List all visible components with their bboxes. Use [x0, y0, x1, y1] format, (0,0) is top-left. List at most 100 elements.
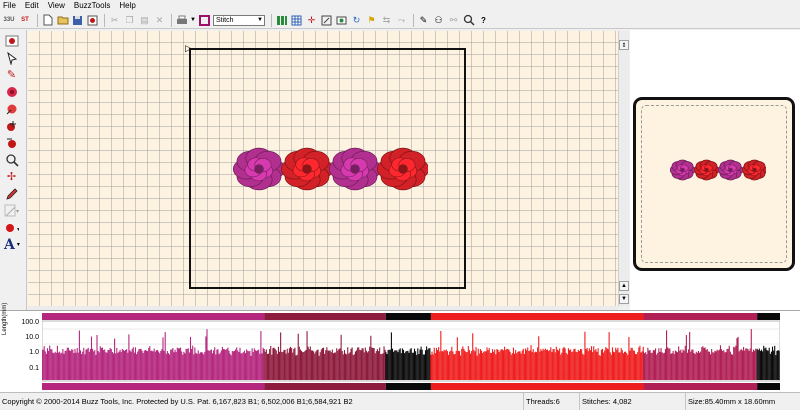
tool-palette: ✎ ✢ · ▾ ▾ A ▾: [0, 30, 27, 310]
toolbar-separator: [37, 13, 38, 27]
shape-tool-icon[interactable]: ▾: [4, 203, 19, 218]
split-icon[interactable]: ⚯: [447, 14, 460, 27]
thread-color-band: [430, 383, 644, 390]
thread-color-band: [385, 383, 431, 390]
rose-motif: [328, 147, 382, 191]
branch-icon[interactable]: ⤳: [395, 14, 408, 27]
mode-select[interactable]: Stitch ▼: [213, 14, 265, 26]
svg-text:▾: ▾: [16, 208, 19, 215]
record-icon[interactable]: [86, 14, 99, 27]
stitch-length-graph: Length(mm) 100.0 10.0 1.0 0.1: [0, 303, 800, 392]
print-dropdown-icon[interactable]: ▼: [190, 14, 196, 27]
trace-tool-icon[interactable]: [4, 33, 19, 48]
palette-divider: ·: [12, 195, 14, 201]
thread-color-band: [42, 383, 265, 390]
preview-rose-motif: [670, 159, 696, 181]
rose-motif: [280, 147, 334, 191]
center-icon[interactable]: ✛: [305, 14, 318, 27]
zoom-icon[interactable]: [462, 14, 475, 27]
menu-edit[interactable]: Edit: [25, 0, 39, 12]
grid-icon[interactable]: [290, 14, 303, 27]
thread-color-band: [385, 313, 431, 320]
text-tool-glyph: A: [4, 236, 15, 253]
new-file-icon[interactable]: [41, 14, 54, 27]
thread-color-band: [757, 383, 780, 390]
view-icon[interactable]: [335, 14, 348, 27]
application-window: File Edit View BuzzTools Help 33U ST ✂ ❐…: [0, 0, 800, 410]
vertical-scrollbar[interactable]: ⇕ ▲ ▼: [618, 31, 629, 306]
graph-y-axis: Length(mm) 100.0 10.0 1.0 0.1: [0, 303, 42, 391]
st-button[interactable]: ST: [18, 14, 32, 27]
thread-color-band: [757, 313, 780, 320]
fill-tool-icon[interactable]: [4, 118, 19, 133]
rose-tool-icon[interactable]: [4, 84, 19, 99]
rose-motif: [376, 147, 428, 191]
scroll-down-icon[interactable]: ▼: [619, 294, 629, 304]
flag-icon[interactable]: ⚑: [365, 14, 378, 27]
thread-color-band: [643, 313, 758, 320]
hoop-icon[interactable]: [198, 14, 211, 27]
thread-colors-icon[interactable]: [275, 14, 288, 27]
satin-tool-icon[interactable]: [4, 135, 19, 150]
menu-buzztools[interactable]: BuzzTools: [74, 0, 110, 12]
print-icon[interactable]: [175, 14, 188, 27]
rotate-icon[interactable]: ↻: [350, 14, 363, 27]
toolbar-separator: [271, 13, 272, 27]
y-tick-label: 100.0: [21, 319, 39, 326]
help-icon[interactable]: ?: [477, 14, 490, 27]
chevron-down-icon: ▾: [16, 242, 20, 248]
toolbar-separator: [171, 13, 172, 27]
svg-text:▾: ▾: [17, 226, 19, 233]
preview-hoop[interactable]: [633, 97, 795, 271]
preview-rose-motif: [717, 159, 744, 181]
preview-rose-motif: [741, 159, 766, 181]
open-folder-icon[interactable]: [56, 14, 69, 27]
reshape-tool-icon[interactable]: [4, 101, 19, 116]
delete-icon[interactable]: ✕: [153, 14, 166, 27]
menu-view[interactable]: View: [48, 0, 65, 12]
combine-icon[interactable]: ⚇: [432, 14, 445, 27]
thread-color-band: [643, 383, 758, 390]
status-threads: Threads:6: [524, 392, 580, 410]
save-icon[interactable]: [71, 14, 84, 27]
resize-icon[interactable]: [320, 14, 333, 27]
status-stitches: Stitches: 4,082: [580, 392, 686, 410]
toolbar-separator: [413, 13, 414, 27]
preview-design: [670, 159, 766, 181]
thread-color-band: [264, 383, 386, 390]
thread-color-band: [430, 313, 644, 320]
thread-color-band: [264, 313, 386, 320]
y-tick-label: 1.0: [29, 349, 39, 356]
menu-bar: File Edit View BuzzTools Help: [0, 0, 800, 12]
graph-y-title: Length(mm): [2, 302, 8, 335]
33u-button[interactable]: 33U: [2, 14, 16, 27]
cut-icon[interactable]: ✂: [108, 14, 121, 27]
preview-hoop-inner: [641, 105, 787, 263]
mode-select-value: Stitch: [216, 16, 234, 24]
preview-rose-motif: [693, 159, 720, 181]
scroll-up-icon[interactable]: ▲: [619, 281, 629, 291]
stitch-icon[interactable]: ✎: [417, 14, 430, 27]
toolbar: 33U ST ✂ ❐ ▤ ✕ ▼ Stitch ▼ ✛ ↻ ⚑ ⇆ ⤳ ✎ ⚇ …: [0, 12, 800, 29]
preview-panel: [630, 30, 800, 310]
status-bar: Copyright © 2000-2014 Buzz Tools, Inc. P…: [0, 392, 800, 410]
select-tool-icon[interactable]: [4, 50, 19, 65]
thread-color-band: [42, 313, 265, 320]
stitch-tool-icon[interactable]: ✎: [4, 67, 19, 82]
design-canvas[interactable]: ▷: [28, 31, 618, 306]
status-copyright: Copyright © 2000-2014 Buzz Tools, Inc. P…: [0, 392, 524, 410]
flip-icon[interactable]: ⇆: [380, 14, 393, 27]
text-tool-icon[interactable]: A ▾: [4, 236, 26, 253]
toolbar-separator: [104, 13, 105, 27]
menu-file[interactable]: File: [3, 0, 16, 12]
zoom-tool-icon[interactable]: [4, 152, 19, 167]
color-tool-icon[interactable]: ▾: [4, 220, 19, 235]
embroidery-design[interactable]: [233, 144, 428, 194]
menu-help[interactable]: Help: [119, 0, 135, 12]
move-tool-icon[interactable]: ✢: [4, 169, 19, 184]
chevron-down-icon: ▼: [257, 17, 263, 23]
scroll-step-icon[interactable]: ⇕: [619, 40, 629, 50]
copy-icon[interactable]: ❐: [123, 14, 136, 27]
paste-icon[interactable]: ▤: [138, 14, 151, 27]
graph-plot[interactable]: [42, 311, 780, 391]
